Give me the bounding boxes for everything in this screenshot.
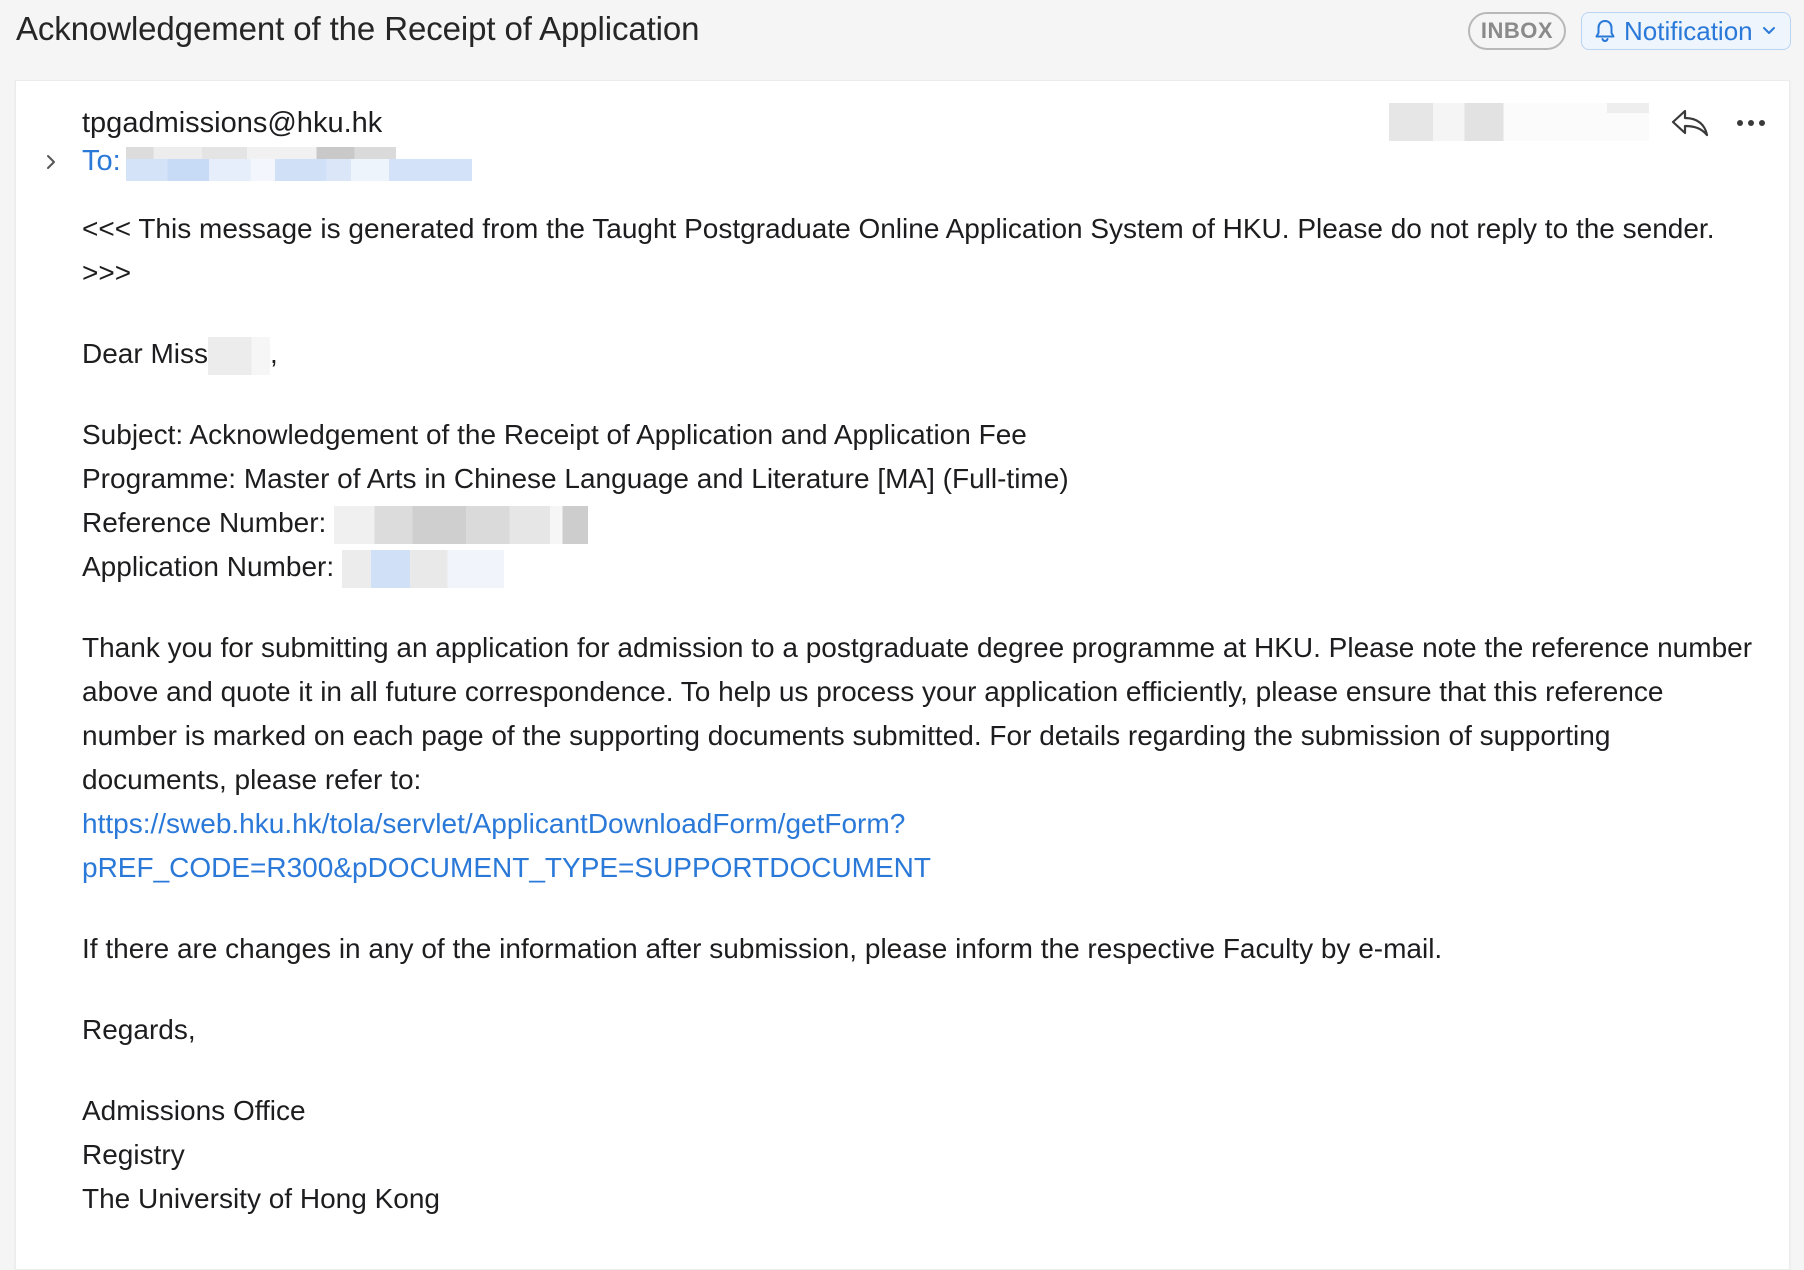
greeting-comma: , (270, 338, 278, 369)
mailbox-badge[interactable]: INBOX (1468, 12, 1566, 50)
reference-line: Reference Number: (82, 501, 1762, 545)
recipient-redacted (126, 147, 472, 181)
application-line: Application Number: (82, 545, 1762, 589)
more-options-icon[interactable] (1736, 118, 1766, 128)
programme-line: Programme: Master of Arts in Chinese Lan… (82, 463, 1069, 494)
reference-redacted (334, 505, 589, 544)
message-header-bar: Acknowledgement of the Receipt of Applic… (0, 0, 1804, 78)
sender-address[interactable]: tpgadmissions@hku.hk (82, 107, 382, 140)
application-redacted (341, 549, 504, 588)
application-details: Subject: Acknowledgement of the Receipt … (82, 413, 1762, 589)
closing: Regards, (82, 1014, 196, 1045)
support-docs-link-line2[interactable]: pREF_CODE=R300&pDOCUMENT_TYPE=SUPPORTDOC… (82, 846, 1762, 890)
system-notice: <<< This message is generated from the T… (82, 213, 1715, 288)
signature-line: Registry (82, 1139, 185, 1170)
message-subject: Acknowledgement of the Receipt of Applic… (16, 10, 700, 47)
instructions-paragraph: Thank you for submitting an application … (82, 626, 1762, 890)
notification-label: Notification (1624, 15, 1753, 46)
bell-icon (1595, 20, 1615, 43)
message-body: <<< This message is generated from the T… (82, 207, 1762, 1221)
changes-paragraph: If there are changes in any of the infor… (82, 933, 1443, 964)
reference-label: Reference Number: (82, 507, 335, 538)
reply-icon[interactable] (1669, 107, 1711, 139)
to-label: To: (82, 145, 121, 177)
signature-line: Admissions Office (82, 1095, 306, 1126)
application-label: Application Number: (82, 551, 342, 582)
date-redacted (1389, 103, 1649, 141)
support-docs-link-line1[interactable]: https://sweb.hku.hk/tola/servlet/Applica… (82, 802, 1762, 846)
greeting: Dear Miss, (82, 332, 1762, 376)
recipients-row[interactable]: To: (82, 145, 121, 178)
name-redacted (208, 336, 271, 375)
notification-button[interactable]: Notification (1581, 12, 1791, 50)
instructions-text: Thank you for submitting an application … (82, 632, 1753, 795)
greeting-text: Dear Miss (82, 338, 209, 369)
chevron-right-icon[interactable] (42, 151, 60, 173)
signature: Admissions Office Registry The Universit… (82, 1089, 1762, 1221)
message-card: tpgadmissions@hku.hk To: <<< This messag… (15, 80, 1790, 1270)
subject-line: Subject: Acknowledgement of the Receipt … (82, 419, 1027, 450)
chevron-down-icon (1762, 27, 1775, 34)
signature-line: The University of Hong Kong (82, 1183, 440, 1214)
